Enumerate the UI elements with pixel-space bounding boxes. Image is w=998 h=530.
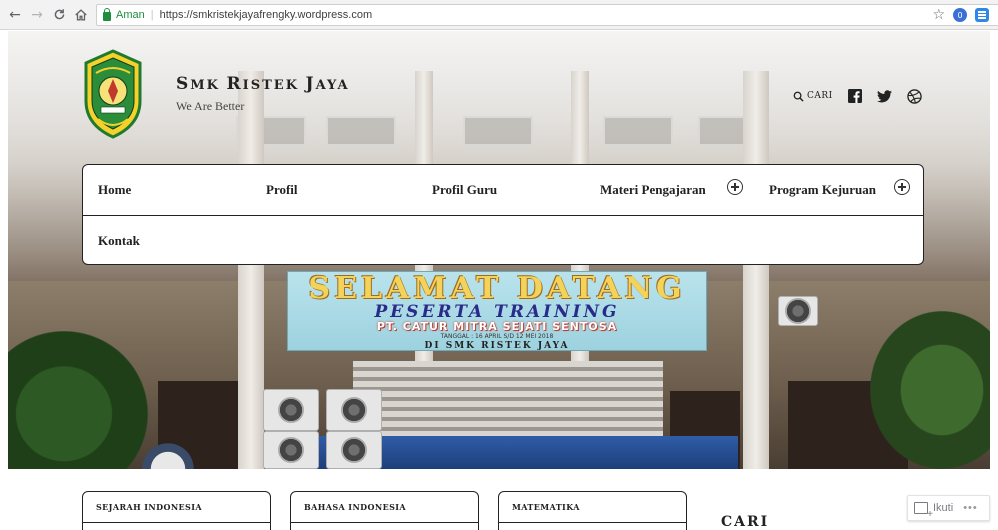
url-text[interactable]: https://smkristekjayafrengky.wordpress.c… [160, 9, 373, 21]
post-card-title[interactable]: BAHASA INDONESIA [304, 502, 406, 512]
header-tools: CARI [793, 88, 923, 104]
address-bar[interactable]: Aman | https://smkristekjayafrengky.word… [96, 4, 998, 26]
reload-icon[interactable] [50, 6, 68, 24]
lock-icon [103, 7, 111, 21]
search-icon [793, 91, 804, 102]
secure-label: Aman [116, 9, 145, 21]
nav-item-home[interactable]: Home [98, 182, 131, 198]
person [138, 439, 198, 469]
site-title-initial: J [305, 74, 316, 94]
browser-toolbar: ← → Aman | https://smkristekjayafrengky.… [0, 0, 998, 30]
site-tagline: We Are Better [176, 99, 245, 113]
banner-line-company: PT. CATUR MITRA SEJATI SENTOSA [376, 320, 618, 333]
building-pillar [743, 71, 769, 469]
follow-reader-icon [914, 502, 933, 520]
post-card[interactable]: SEJARAH INDONESIA [82, 491, 271, 530]
search-widget-title: CARI [721, 514, 770, 530]
building-window [326, 116, 396, 146]
follow-label: Ikuti [933, 502, 954, 514]
header-search-label: CARI [807, 91, 833, 101]
banner-line-welcome: SELAMAT DATANG [308, 271, 686, 306]
air-conditioner [326, 431, 382, 469]
banner-line-venue: DI SMK RISTEK JAYA [424, 341, 570, 351]
extension-badge-icon[interactable]: 0 [953, 8, 967, 22]
twitter-icon[interactable] [877, 88, 893, 104]
air-conditioner [326, 389, 382, 431]
school-logo[interactable] [82, 49, 144, 139]
post-card-title[interactable]: SEJARAH INDONESIA [96, 502, 202, 512]
forward-icon[interactable]: → [28, 6, 46, 24]
card-divider [291, 522, 478, 523]
omnibox-actions: ☆ 0 ⋮ [932, 5, 998, 25]
nav-item-profil[interactable]: Profil [266, 182, 298, 198]
building-window [603, 116, 673, 146]
nav-row: Home Profil Profil Guru Materi Pengajara… [83, 165, 923, 216]
card-divider [83, 522, 270, 523]
site-title-initial: S [176, 74, 191, 94]
site-title-part: AYA [315, 78, 350, 93]
banner-line-participants: PESERTA TRAINING [374, 302, 620, 322]
follow-button[interactable]: Ikuti ••• [907, 495, 990, 521]
site-title[interactable]: SMK RISTEK JAYA [176, 74, 350, 94]
plants [8, 331, 148, 469]
header-search-button[interactable]: CARI [793, 91, 833, 102]
extension-list-icon[interactable] [975, 8, 989, 22]
plants [870, 311, 990, 469]
home-icon[interactable] [72, 6, 90, 24]
banner-line-date: TANGGAL : 16 APRIL S/D 12 MEI 2018 [440, 333, 554, 340]
nav-item-kontak[interactable]: Kontak [98, 233, 140, 249]
expand-submenu-icon[interactable] [727, 179, 743, 195]
card-divider [499, 522, 686, 523]
air-conditioner [263, 389, 319, 431]
bookmark-star-icon[interactable]: ☆ [932, 7, 945, 23]
post-card-title[interactable]: MATEMATIKA [512, 502, 580, 512]
nav-item-program-kejuruan[interactable]: Program Kejuruan [769, 182, 876, 198]
air-conditioner [263, 431, 319, 469]
main-navigation: Home Profil Profil Guru Materi Pengajara… [82, 164, 924, 265]
building-window [463, 116, 533, 146]
air-conditioner [778, 296, 818, 326]
site-title-initial: R [226, 74, 243, 94]
post-card[interactable]: BAHASA INDONESIA [290, 491, 479, 530]
site-title-part: ISTEK [242, 78, 306, 93]
address-separator: | [150, 9, 154, 21]
welcome-banner: SELAMAT DATANG PESERTA TRAINING PT. CATU… [287, 271, 707, 351]
post-card[interactable]: MATEMATIKA [498, 491, 687, 530]
nav-item-profil-guru[interactable]: Profil Guru [432, 182, 497, 198]
dribbble-icon[interactable] [907, 88, 923, 104]
back-icon[interactable]: ← [6, 6, 24, 24]
nav-item-materi-pengajaran[interactable]: Materi Pengajaran [600, 182, 706, 198]
building-pillar [238, 71, 264, 469]
site-title-part: MK [190, 78, 227, 93]
more-options-icon[interactable]: ••• [963, 502, 978, 514]
expand-submenu-icon[interactable] [894, 179, 910, 195]
facebook-icon[interactable] [847, 88, 863, 104]
